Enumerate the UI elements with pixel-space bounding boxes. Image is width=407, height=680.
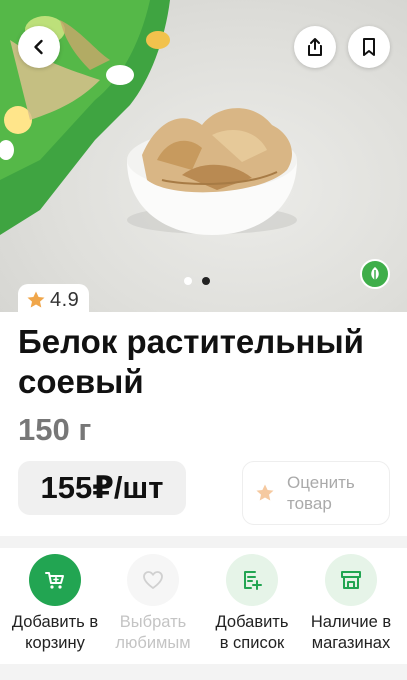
favorite-circle[interactable] — [127, 554, 179, 606]
add-to-cart-button[interactable]: Добавить в корзину — [5, 554, 105, 654]
rate-product-button[interactable]: Оценить товар — [242, 461, 390, 525]
add-to-list-circle[interactable] — [226, 554, 278, 606]
section-divider — [0, 536, 407, 548]
store-availability-label: Наличие в магазинах — [310, 613, 392, 652]
share-button[interactable] — [294, 26, 336, 68]
cart-icon — [45, 572, 64, 589]
back-button[interactable] — [18, 26, 60, 68]
rating-value: 4.9 — [50, 288, 80, 311]
product-title: Белок растительный соевый — [18, 323, 364, 400]
product-image-carousel[interactable] — [0, 0, 407, 312]
product-photo-bowl — [127, 108, 297, 235]
product-price: 155₽/шт — [40, 470, 164, 505]
product-actions: Добавить в корзину Выбрать любимым Добав… — [0, 554, 407, 674]
favorite-button[interactable]: Выбрать любимым — [103, 554, 203, 654]
eco-leaf-badge — [360, 259, 390, 289]
star-icon — [256, 484, 274, 501]
bookmark-icon — [363, 38, 375, 56]
add-to-cart-circle[interactable] — [29, 554, 81, 606]
chevron-left-icon — [34, 39, 43, 55]
rating-badge: 4.9 — [18, 284, 90, 316]
rate-product-label: Оценить товар — [287, 473, 355, 513]
add-to-list-label: Добавить в список — [215, 613, 289, 652]
store-availability-button[interactable]: Наличие в магазинах — [301, 554, 401, 654]
bottom-divider — [0, 664, 407, 680]
store-availability-circle[interactable] — [325, 554, 377, 606]
add-to-list-button[interactable]: Добавить в список — [202, 554, 302, 654]
carousel-dot[interactable] — [184, 277, 192, 285]
carousel-dot-active[interactable] — [202, 277, 210, 285]
product-weight: 150 г — [18, 412, 92, 447]
price-badge: 155₽/шт — [18, 461, 186, 515]
share-icon — [308, 38, 322, 56]
heart-icon — [143, 571, 163, 589]
leaf-icon — [371, 267, 379, 281]
star-icon — [27, 291, 45, 308]
list-add-icon — [244, 571, 262, 590]
add-to-cart-label: Добавить в корзину — [11, 613, 99, 652]
favorite-label: Выбрать любимым — [115, 613, 191, 652]
carousel-pagination — [184, 277, 210, 285]
bookmark-button[interactable] — [348, 26, 390, 68]
store-icon — [341, 571, 361, 589]
